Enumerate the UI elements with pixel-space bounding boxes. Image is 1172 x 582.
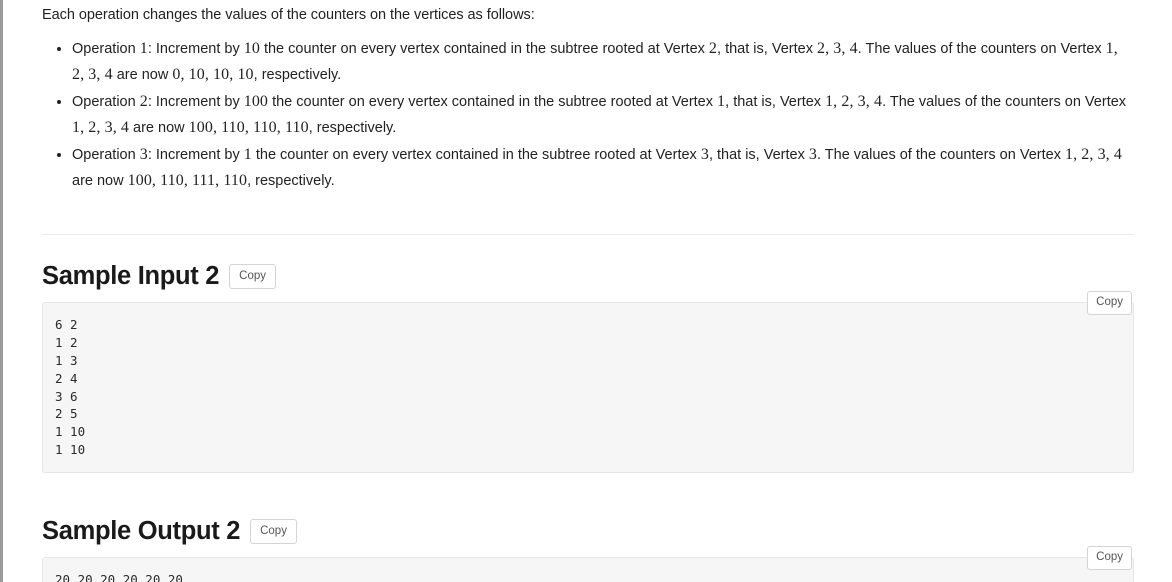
operation-subtree-vertices: 1, 2, 3, 4	[825, 93, 883, 111]
copy-sample-output-button[interactable]: Copy	[250, 518, 297, 545]
operation-subtree-vertices: 3	[808, 146, 817, 164]
operation-mid1: : Increment by	[147, 94, 244, 111]
operation-suffix: , respectively.	[253, 67, 342, 84]
operation-mid1: : Increment by	[147, 147, 244, 164]
operation-prefix: Operation	[72, 147, 140, 164]
sample-output-title-row: Sample Output 2 Copy	[42, 516, 1134, 545]
operation-amount: 10	[243, 40, 260, 58]
operation-prefix: Operation	[72, 41, 140, 58]
operation-vertex-list: 1, 2, 3, 4	[1064, 146, 1122, 164]
operation-counter-values: 100, 110, 111, 110	[127, 172, 248, 189]
operation-mid3: , that is, Vertex	[708, 147, 809, 164]
operation-mid3: , that is, Vertex	[725, 94, 826, 111]
operation-mid2: the counter on every vertex contained in…	[251, 147, 701, 164]
operation-mid4: . The values of the counters on Vertex	[816, 147, 1065, 164]
operation-root-vertex: 1	[717, 93, 726, 111]
sample-output-block: Copy 20 20 20 20 20 20	[42, 546, 1134, 582]
list-item: Operation 3: Increment by 1 the counter …	[72, 142, 1134, 194]
copy-sample-input-inline-button[interactable]: Copy	[1087, 291, 1132, 315]
operation-subtree-vertices: 2, 3, 4	[816, 40, 858, 58]
operation-index: 1	[139, 40, 148, 58]
operation-prefix: Operation	[72, 94, 140, 111]
operation-mid4: . The values of the counters on Vertex	[857, 41, 1106, 58]
operation-mid1: : Increment by	[147, 41, 244, 58]
operation-counter-values: 100, 110, 110, 110	[188, 119, 309, 137]
page-title-sample-input: Sample Input 2	[42, 261, 220, 290]
operation-suffix: , respectively.	[247, 173, 335, 189]
operation-mid4: . The values of the counters on Vertex	[882, 94, 1127, 111]
problem-statement-body: Each operation changes the values of the…	[42, 0, 1134, 582]
section-divider	[42, 233, 1134, 235]
operation-mid5: are now	[129, 120, 189, 137]
operation-index: 2	[139, 93, 148, 111]
sample-input-title-row: Sample Input 2 Copy	[42, 261, 1134, 290]
operation-mid5: are now	[112, 67, 173, 84]
page-title-sample-output: Sample Output 2	[42, 516, 241, 545]
operation-root-vertex: 3	[700, 146, 709, 164]
operation-root-vertex: 2	[708, 40, 718, 58]
operation-mid2: the counter on every vertex contained in…	[268, 94, 718, 111]
copy-sample-output-inline-button[interactable]: Copy	[1087, 546, 1132, 570]
operation-mid5: are now	[72, 173, 128, 189]
operation-amount: 1	[243, 146, 252, 164]
list-item: Operation 1: Increment by 10 the counter…	[72, 36, 1134, 88]
operation-vertex-list: 1, 2, 3, 4	[72, 119, 129, 137]
sample-input-block: Copy 6 2 1 2 1 3 2 4 3 6 2 5 1 10 1 10	[42, 291, 1134, 473]
operation-counter-values: 0, 10, 10, 10	[172, 66, 254, 84]
list-item: Operation 2: Increment by 100 the counte…	[72, 89, 1134, 141]
operation-suffix: , respectively.	[308, 120, 397, 137]
operation-amount: 100	[243, 93, 269, 111]
page-left-gutter	[0, 0, 3, 582]
sample-output-content: 20 20 20 20 20 20	[42, 557, 1134, 582]
operations-list: Operation 1: Increment by 10 the counter…	[42, 36, 1134, 193]
intro-paragraph: Each operation changes the values of the…	[42, 7, 535, 23]
operation-index: 3	[139, 146, 148, 164]
operation-mid2: the counter on every vertex contained in…	[259, 41, 709, 58]
operation-mid3: , that is, Vertex	[717, 41, 817, 58]
copy-sample-input-button[interactable]: Copy	[229, 263, 277, 290]
sample-input-content: 6 2 1 2 1 3 2 4 3 6 2 5 1 10 1 10	[42, 302, 1134, 473]
